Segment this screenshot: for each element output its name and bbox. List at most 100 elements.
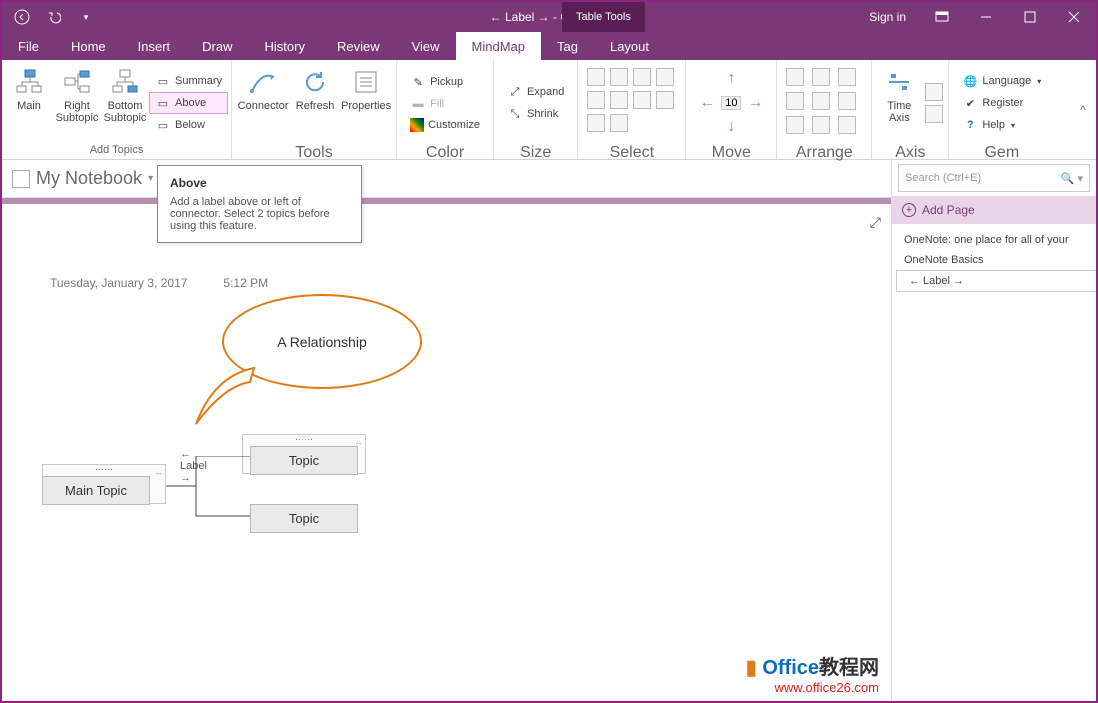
- axis-btn-2[interactable]: [925, 105, 943, 123]
- tab-mindmap[interactable]: MindMap: [456, 32, 541, 60]
- arrange-btn-2[interactable]: [812, 68, 830, 86]
- search-input[interactable]: Search (Ctrl+E) 🔍 ▾: [898, 164, 1090, 192]
- arrange-btn-1[interactable]: [786, 68, 804, 86]
- main-topic-box[interactable]: Main Topic: [42, 476, 150, 505]
- undo-icon[interactable]: [44, 7, 64, 27]
- connector-button[interactable]: Connector: [235, 62, 291, 144]
- fill-icon: ▬: [410, 96, 426, 112]
- select-btn-4[interactable]: [656, 68, 674, 86]
- arrange-btn-9[interactable]: [838, 116, 856, 134]
- help-button[interactable]: ?Help▾: [956, 114, 1047, 136]
- select-btn-10[interactable]: [610, 114, 628, 132]
- shrink-icon: ⤡: [507, 106, 523, 122]
- search-placeholder: Search (Ctrl+E): [905, 172, 981, 184]
- register-button[interactable]: ✔Register: [956, 92, 1047, 114]
- page-item-2[interactable]: OneNote Basics: [892, 250, 1096, 270]
- notebook-icon[interactable]: [12, 170, 30, 188]
- pickup-button[interactable]: ✎Pickup: [404, 71, 486, 93]
- resize-handle-icon[interactable]: ↔: [154, 467, 163, 477]
- select-btn-3[interactable]: [633, 68, 651, 86]
- time-axis-icon: [883, 66, 915, 98]
- bottom-subtopic-label: Bottom Subtopic: [104, 100, 147, 124]
- below-button[interactable]: ▭Below: [149, 114, 228, 136]
- ribbon-display-icon[interactable]: [920, 2, 964, 32]
- tab-home[interactable]: Home: [55, 32, 122, 60]
- titlebar: ▾ ← Label → - OneNote Table Tools Sign i…: [2, 2, 1096, 32]
- tab-view[interactable]: View: [396, 32, 456, 60]
- tab-history[interactable]: History: [249, 32, 321, 60]
- language-icon: 🌐: [962, 73, 978, 89]
- properties-icon: [350, 66, 382, 98]
- minimize-icon[interactable]: [964, 2, 1008, 32]
- select-btn-6[interactable]: [610, 91, 628, 109]
- topic2-box[interactable]: Topic: [250, 504, 358, 533]
- move-down-icon[interactable]: ↓: [727, 118, 735, 136]
- customize-button[interactable]: Customize: [404, 115, 486, 135]
- tab-insert[interactable]: Insert: [122, 32, 187, 60]
- arrange-btn-6[interactable]: [838, 92, 856, 110]
- qat-more-icon[interactable]: ▾: [76, 7, 96, 27]
- fullscreen-icon[interactable]: ⤢: [870, 214, 881, 231]
- select-btn-9[interactable]: [587, 114, 605, 132]
- group-label-axis: Axis: [875, 144, 945, 159]
- shrink-button[interactable]: ⤡Shrink: [501, 103, 570, 125]
- callout-shape[interactable]: A Relationship: [222, 294, 422, 414]
- notebook-title[interactable]: My Notebook: [36, 168, 142, 189]
- right-subtopic-button[interactable]: Right Subtopic: [53, 62, 101, 144]
- tooltip-body: Add a label above or left of connector. …: [170, 196, 349, 232]
- arrange-btn-3[interactable]: [838, 68, 856, 86]
- below-icon: ▭: [155, 117, 171, 133]
- refresh-button[interactable]: Refresh: [291, 62, 339, 144]
- topic1-box[interactable]: Topic: [250, 446, 358, 475]
- back-icon[interactable]: [12, 7, 32, 27]
- time-axis-button[interactable]: Time Axis: [875, 62, 923, 144]
- expand-button[interactable]: ⤢Expand: [501, 81, 570, 103]
- plus-icon: +: [902, 203, 916, 217]
- arrange-btn-8[interactable]: [812, 116, 830, 134]
- properties-button[interactable]: Properties: [339, 62, 393, 144]
- axis-btn-1[interactable]: [925, 83, 943, 101]
- above-button[interactable]: ▭Above: [149, 92, 228, 114]
- main-button[interactable]: Main: [5, 62, 53, 144]
- maximize-icon[interactable]: [1008, 2, 1052, 32]
- tab-tag[interactable]: Tag: [541, 32, 594, 60]
- group-select: Select: [578, 60, 686, 159]
- arrange-btn-5[interactable]: [812, 92, 830, 110]
- drag-handle-icon[interactable]: ⋯⋯: [243, 435, 365, 443]
- page-item-3[interactable]: ← Label →: [896, 270, 1096, 292]
- group-color: ✎Pickup ▬Fill Customize Color: [397, 60, 494, 159]
- fill-button[interactable]: ▬Fill: [404, 93, 486, 115]
- page-item-1[interactable]: OneNote: one place for all of your: [892, 230, 1096, 250]
- tab-layout[interactable]: Layout: [594, 32, 665, 60]
- signin-link[interactable]: Sign in: [855, 10, 920, 24]
- tab-file[interactable]: File: [2, 32, 55, 60]
- bottom-subtopic-button[interactable]: Bottom Subtopic: [101, 62, 149, 144]
- eyedropper-icon: ✎: [410, 74, 426, 90]
- select-btn-8[interactable]: [656, 91, 674, 109]
- move-step-value[interactable]: 10: [721, 96, 741, 110]
- drag-handle-icon[interactable]: ⋯⋯: [43, 465, 165, 473]
- collapse-ribbon-icon[interactable]: ^: [1070, 60, 1096, 159]
- add-page-button[interactable]: + Add Page: [892, 196, 1096, 224]
- watermark-url: www.office26.com: [746, 680, 879, 695]
- search-icon[interactable]: 🔍 ▾: [1061, 172, 1083, 185]
- tab-review[interactable]: Review: [321, 32, 396, 60]
- page-canvas[interactable]: ⤢ Tuesday, January 3, 2017 5:12 PM A Rel…: [2, 204, 891, 701]
- move-up-icon[interactable]: ↑: [727, 70, 735, 88]
- select-btn-1[interactable]: [587, 68, 605, 86]
- move-left-icon[interactable]: ←: [699, 94, 715, 112]
- arrange-btn-7[interactable]: [786, 116, 804, 134]
- contextual-tab-label[interactable]: Table Tools: [562, 2, 645, 32]
- summary-button[interactable]: ▭Summary: [149, 70, 228, 92]
- above-icon: ▭: [155, 95, 171, 111]
- move-right-icon[interactable]: →: [747, 94, 763, 112]
- language-button[interactable]: 🌐Language▾: [956, 70, 1047, 92]
- tab-draw[interactable]: Draw: [186, 32, 248, 60]
- notebook-dropdown-icon[interactable]: ▾: [148, 173, 153, 184]
- page-date: Tuesday, January 3, 2017: [50, 276, 187, 290]
- close-icon[interactable]: [1052, 2, 1096, 32]
- select-btn-2[interactable]: [610, 68, 628, 86]
- arrange-btn-4[interactable]: [786, 92, 804, 110]
- select-btn-7[interactable]: [633, 91, 651, 109]
- select-btn-5[interactable]: [587, 91, 605, 109]
